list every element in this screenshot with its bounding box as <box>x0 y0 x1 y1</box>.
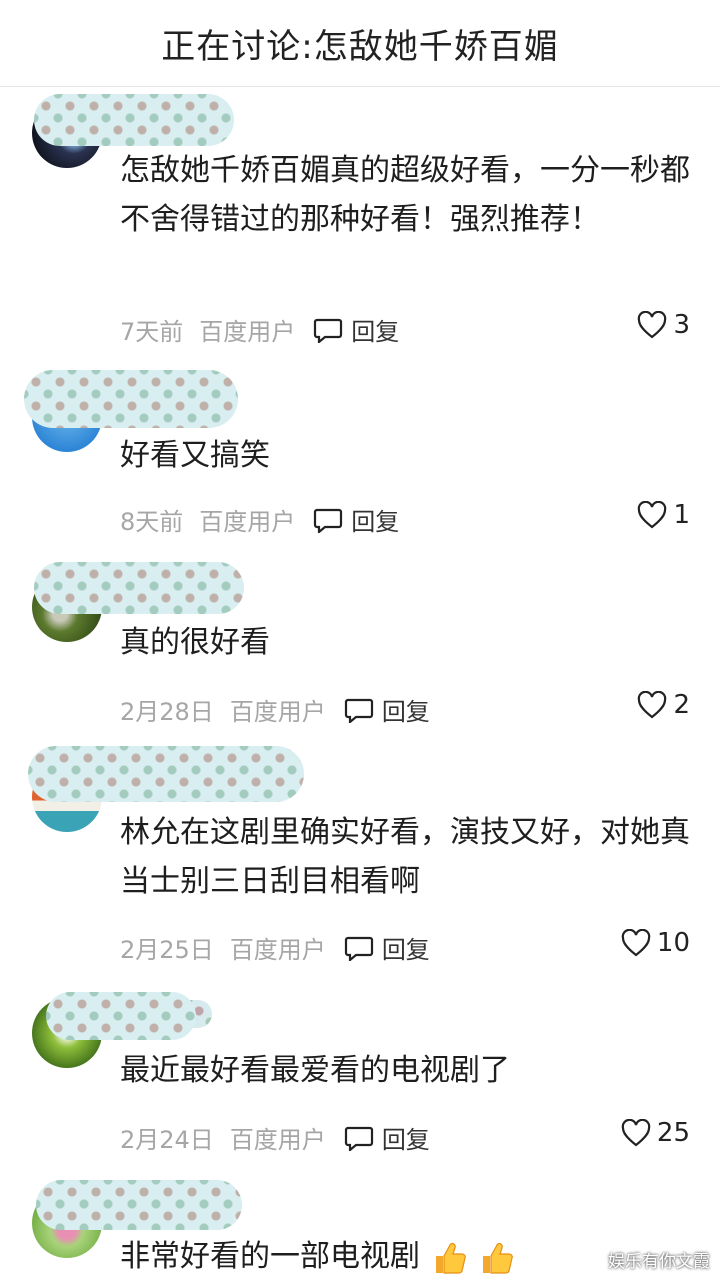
privacy-mask <box>24 370 238 428</box>
comment-source: 百度用户 <box>229 1126 326 1154</box>
thumbs-up-icon <box>483 1242 513 1274</box>
heart-icon <box>638 691 667 719</box>
privacy-mask <box>46 992 196 1040</box>
comment-source: 百度用户 <box>199 508 296 536</box>
reply-label: 回复 <box>381 936 430 964</box>
comment-source: 百度用户 <box>229 936 326 964</box>
comment-text: 怎敌她千娇百媚真的超级好看，一分一秒都不舍得错过的那种好看！强烈推荐！ <box>120 153 690 237</box>
reply-label: 回复 <box>351 508 400 536</box>
comment-item: 怎敌她千娇百媚真的超级好看，一分一秒都不舍得错过的那种好看！强烈推荐！ 7天前 … <box>0 86 720 356</box>
comment-time: 7天前 <box>120 318 184 346</box>
comment-source: 百度用户 <box>229 698 326 726</box>
comment-text: 好看又搞笑 <box>120 438 270 473</box>
comment-meta: 7天前 百度用户 回复 <box>120 312 399 347</box>
comment-item: 最近最好看最爱看的电视剧了 2月24日 百度用户 回复 25 <box>0 972 720 1164</box>
comment-item: 真的很好看 2月28日 百度用户 回复 2 <box>0 546 720 736</box>
like-count: 10 <box>656 928 690 958</box>
comment-meta: 2月28日 百度用户 回复 <box>120 692 430 727</box>
reply-button[interactable]: 回复 <box>344 930 430 965</box>
comment-text: 非常好看的一部电视剧 <box>120 1232 692 1281</box>
privacy-mask <box>28 746 304 802</box>
page-header: 正在讨论:怎敌她千娇百媚 <box>0 0 720 87</box>
privacy-mask <box>36 1180 242 1230</box>
comment-bubble-icon <box>344 1126 373 1151</box>
comment-meta: 8天前 百度用户 回复 <box>120 502 399 537</box>
reply-label: 回复 <box>381 1126 430 1154</box>
reply-button[interactable]: 回复 <box>313 502 399 537</box>
page-title: 正在讨论:怎敌她千娇百媚 <box>161 26 559 67</box>
like-count: 2 <box>673 690 690 720</box>
watermark: 娱乐有你文霞 <box>608 1252 710 1272</box>
like-button[interactable]: 2 <box>637 690 690 720</box>
like-button[interactable]: 3 <box>637 310 690 340</box>
comment-text-content: 非常好看的一部电视剧 <box>120 1239 420 1274</box>
privacy-mask <box>34 94 234 146</box>
comment-text: 林允在这剧里确实好看，演技又好，对她真当士别三日刮目相看啊 <box>120 815 690 899</box>
heart-icon <box>638 311 667 339</box>
comment-time: 8天前 <box>120 508 184 536</box>
comment-item: 林允在这剧里确实好看，演技又好，对她真当士别三日刮目相看啊 2月25日 百度用户… <box>0 736 720 972</box>
comment-text: 真的很好看 <box>120 625 270 660</box>
comment-time: 2月24日 <box>120 1126 214 1154</box>
reply-button[interactable]: 回复 <box>344 1120 430 1155</box>
comment-bubble-icon <box>314 508 343 533</box>
comment-time: 2月28日 <box>120 698 214 726</box>
comment-meta: 2月25日 百度用户 回复 <box>120 930 430 965</box>
like-button[interactable]: 1 <box>637 500 690 530</box>
like-button[interactable]: 10 <box>621 928 690 958</box>
reply-button[interactable]: 回复 <box>313 312 399 347</box>
heart-icon <box>621 929 651 957</box>
heart-icon <box>638 501 667 529</box>
like-count: 25 <box>656 1118 690 1148</box>
like-count: 1 <box>673 500 690 530</box>
privacy-mask <box>34 562 244 614</box>
thumbs-up-icon <box>435 1242 466 1274</box>
comment-source: 百度用户 <box>199 318 296 346</box>
comment-time: 2月25日 <box>120 936 214 964</box>
comment-bubble-icon <box>314 318 343 343</box>
comment-bubble-icon <box>344 698 373 723</box>
reply-label: 回复 <box>381 698 430 726</box>
like-count: 3 <box>673 310 690 340</box>
comment-item: 好看又搞笑 8天前 百度用户 回复 1 <box>0 356 720 546</box>
reply-button[interactable]: 回复 <box>344 692 430 727</box>
reply-label: 回复 <box>351 318 400 346</box>
like-button[interactable]: 25 <box>621 1118 690 1148</box>
comment-text: 最近最好看最爱看的电视剧了 <box>120 1053 510 1088</box>
comment-bubble-icon <box>344 936 373 961</box>
heart-icon <box>621 1119 651 1147</box>
comment-meta: 2月24日 百度用户 回复 <box>120 1120 430 1155</box>
